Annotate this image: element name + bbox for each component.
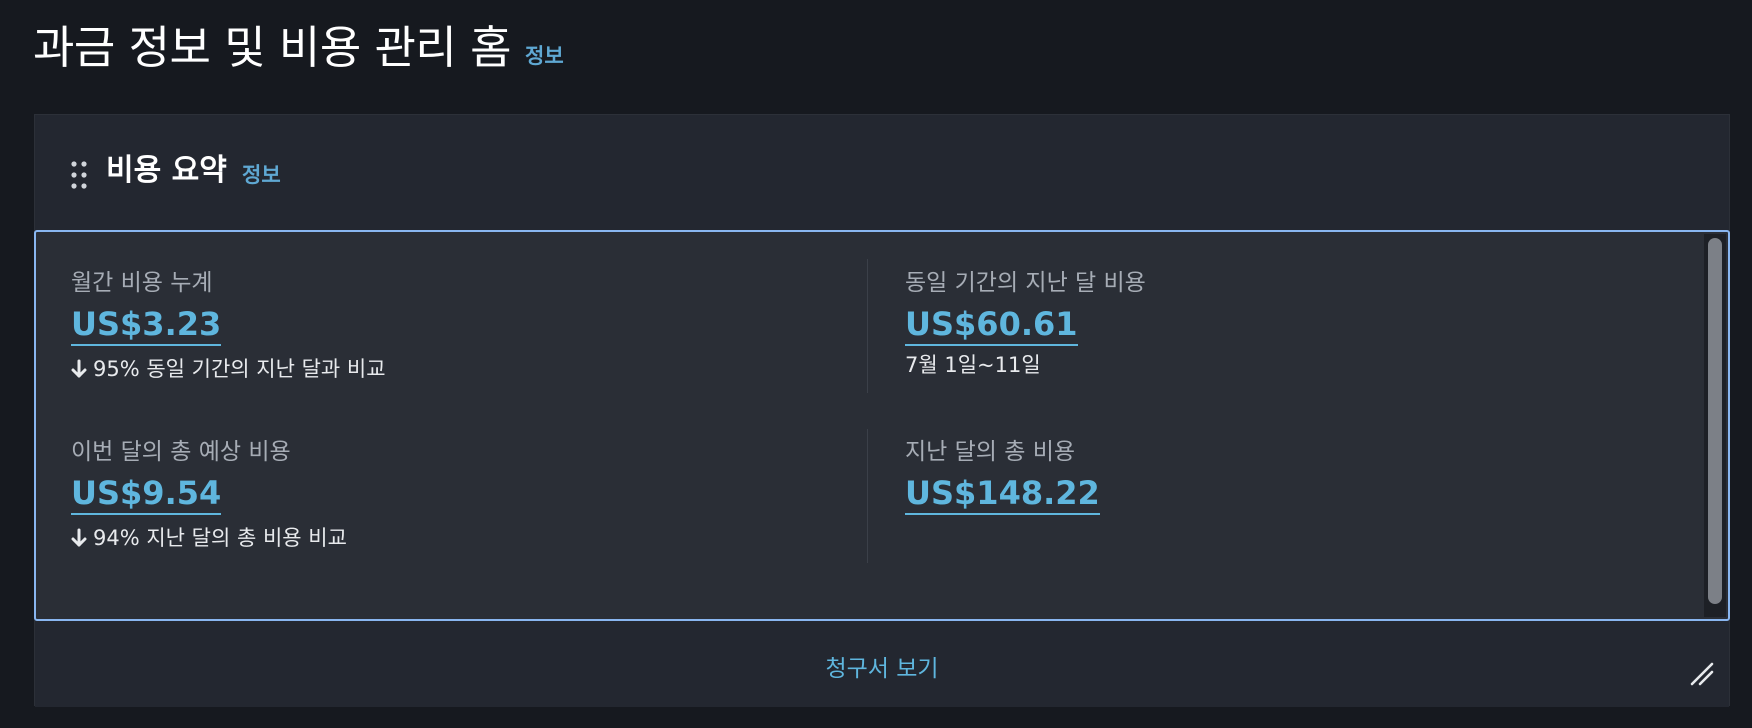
scrollbar[interactable]	[1704, 234, 1726, 617]
resize-handle-icon[interactable]	[1689, 661, 1715, 687]
widget-footer: 청구서 보기	[35, 621, 1729, 707]
metric-forecast: 이번 달의 총 예상 비용 US$9.54 94% 지난 달의 총 비용 비교	[71, 437, 347, 553]
metric-value-link[interactable]: US$3.23	[71, 304, 222, 346]
metric-comparison-text: 94% 지난 달의 총 비용 비교	[93, 526, 347, 550]
scrollbar-thumb[interactable]	[1708, 238, 1722, 604]
widget-info-link[interactable]: 정보	[242, 159, 281, 191]
cost-summary-panel: 월간 비용 누계 US$3.23 95% 동일 기간의 지난 달과 비교 동일 …	[34, 230, 1730, 621]
metric-last-month-total: 지난 달의 총 비용 US$148.22	[905, 437, 1100, 515]
metric-comparison: 94% 지난 달의 총 비용 비교	[71, 523, 347, 553]
metric-value-link[interactable]: US$9.54	[71, 473, 222, 515]
metric-label: 이번 달의 총 예상 비용	[71, 439, 291, 465]
drag-handle-icon[interactable]	[70, 160, 88, 190]
metric-last-month-same-period: 동일 기간의 지난 달 비용 US$60.61 7월 1일~11일	[905, 268, 1146, 380]
page-header: 과금 정보 및 비용 관리 홈 정보	[33, 18, 564, 78]
metric-label: 동일 기간의 지난 달 비용	[905, 270, 1146, 296]
arrow-down-icon	[71, 528, 87, 548]
metric-date-range: 7월 1일~11일	[905, 353, 1041, 377]
page-title: 과금 정보 및 비용 관리 홈	[33, 21, 512, 74]
cost-summary-widget: 비용 요약 정보 월간 비용 누계 US$3.23 95% 동일 기간의 지난 …	[34, 114, 1730, 707]
metric-label: 지난 달의 총 비용	[905, 439, 1076, 465]
widget-title: 비용 요약	[106, 153, 227, 188]
view-bills-link[interactable]: 청구서 보기	[825, 649, 938, 683]
metric-month-to-date: 월간 비용 누계 US$3.23 95% 동일 기간의 지난 달과 비교	[71, 268, 386, 384]
metric-label: 월간 비용 누계	[71, 270, 213, 296]
column-divider	[867, 259, 868, 393]
widget-header: 비용 요약 정보	[35, 115, 1729, 231]
metric-comparison-text: 95% 동일 기간의 지난 달과 비교	[93, 357, 386, 381]
metric-value-link[interactable]: US$148.22	[905, 473, 1100, 515]
metric-comparison: 95% 동일 기간의 지난 달과 비교	[71, 354, 386, 384]
metric-value-link[interactable]: US$60.61	[905, 304, 1078, 346]
arrow-down-icon	[71, 359, 87, 379]
page-info-link[interactable]: 정보	[525, 40, 564, 70]
column-divider	[867, 429, 868, 563]
